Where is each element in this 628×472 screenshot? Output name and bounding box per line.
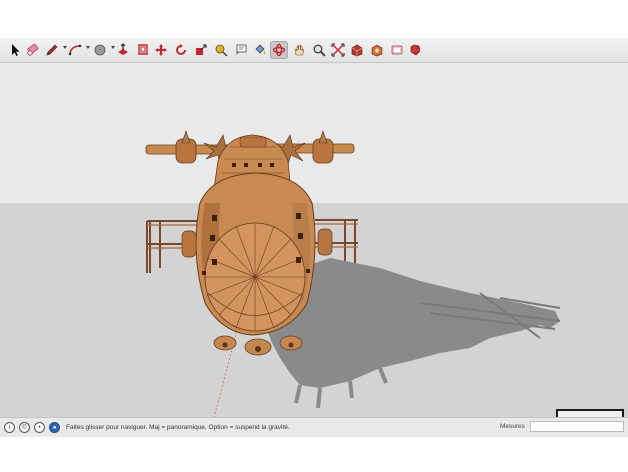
- offset-tool[interactable]: [134, 41, 152, 59]
- pan-tool[interactable]: [290, 41, 308, 59]
- circle-shape-icon: [94, 44, 106, 56]
- scale-icon: [196, 44, 207, 55]
- zoom-tool[interactable]: [310, 41, 328, 59]
- warehouse-icon: [351, 44, 363, 57]
- extension-warehouse-tool[interactable]: [368, 41, 386, 59]
- sky: [0, 63, 628, 203]
- arc-tool[interactable]: [66, 41, 90, 59]
- eraser-icon: [26, 43, 39, 57]
- rotate-icon: [176, 44, 186, 55]
- tape-measure-tool[interactable]: [212, 41, 230, 59]
- select-tool[interactable]: [6, 41, 24, 59]
- measures-label: Mesures: [500, 423, 525, 430]
- arrow-cursor-icon: [12, 44, 20, 56]
- offset-icon: [138, 44, 148, 55]
- ruby-icon: [410, 44, 421, 56]
- eraser-tool[interactable]: [24, 41, 42, 59]
- move-arrows-icon: [155, 44, 167, 56]
- zoom-extents-tool[interactable]: [329, 41, 347, 59]
- chevron-down-icon: [86, 46, 90, 49]
- 3d-warehouse-tool[interactable]: [348, 41, 366, 59]
- orbit-tool[interactable]: [270, 41, 288, 59]
- line-tool[interactable]: [43, 41, 67, 59]
- magnifier-icon: [313, 44, 326, 57]
- scene-canvas: [0, 63, 628, 417]
- ruby-console-tool[interactable]: [406, 41, 424, 59]
- pencil-icon: [46, 44, 58, 56]
- text-tool[interactable]: [232, 41, 250, 59]
- rotate-tool[interactable]: [172, 41, 190, 59]
- text-icon: [236, 44, 247, 55]
- extension-icon: [371, 44, 383, 57]
- hand-icon: [294, 44, 305, 56]
- push-pull-icon: [118, 43, 128, 55]
- scale-tool[interactable]: [192, 41, 210, 59]
- paint-bucket-tool[interactable]: [251, 41, 269, 59]
- move-tool[interactable]: [152, 41, 170, 59]
- arc-icon: [68, 44, 82, 56]
- push-pull-tool[interactable]: [114, 41, 132, 59]
- layout-icon: [391, 45, 403, 55]
- toolbar: [0, 38, 628, 63]
- measures-input[interactable]: [530, 421, 624, 432]
- geolocation-icon[interactable]: ●: [49, 422, 60, 433]
- layout-tool[interactable]: [388, 41, 406, 59]
- zoom-extents-icon: [331, 43, 345, 57]
- info-icon[interactable]: i: [4, 422, 15, 433]
- status-bar: i © • ● Faites glisser pour naviguer. Ma…: [0, 417, 628, 437]
- status-message: Faites glisser pour naviguer. Maj = pano…: [66, 424, 290, 431]
- credits-icon[interactable]: ©: [19, 422, 30, 433]
- user-icon[interactable]: •: [34, 422, 45, 433]
- scene-thumbnail[interactable]: [556, 409, 624, 417]
- tape-measure-icon: [215, 44, 228, 57]
- paint-bucket-icon: [255, 44, 266, 54]
- orbit-icon: [272, 43, 286, 57]
- sketchup-window: i © • ● Faites glisser pour naviguer. Ma…: [0, 38, 628, 437]
- shape-tool[interactable]: [91, 41, 115, 59]
- model-viewport[interactable]: [0, 63, 628, 417]
